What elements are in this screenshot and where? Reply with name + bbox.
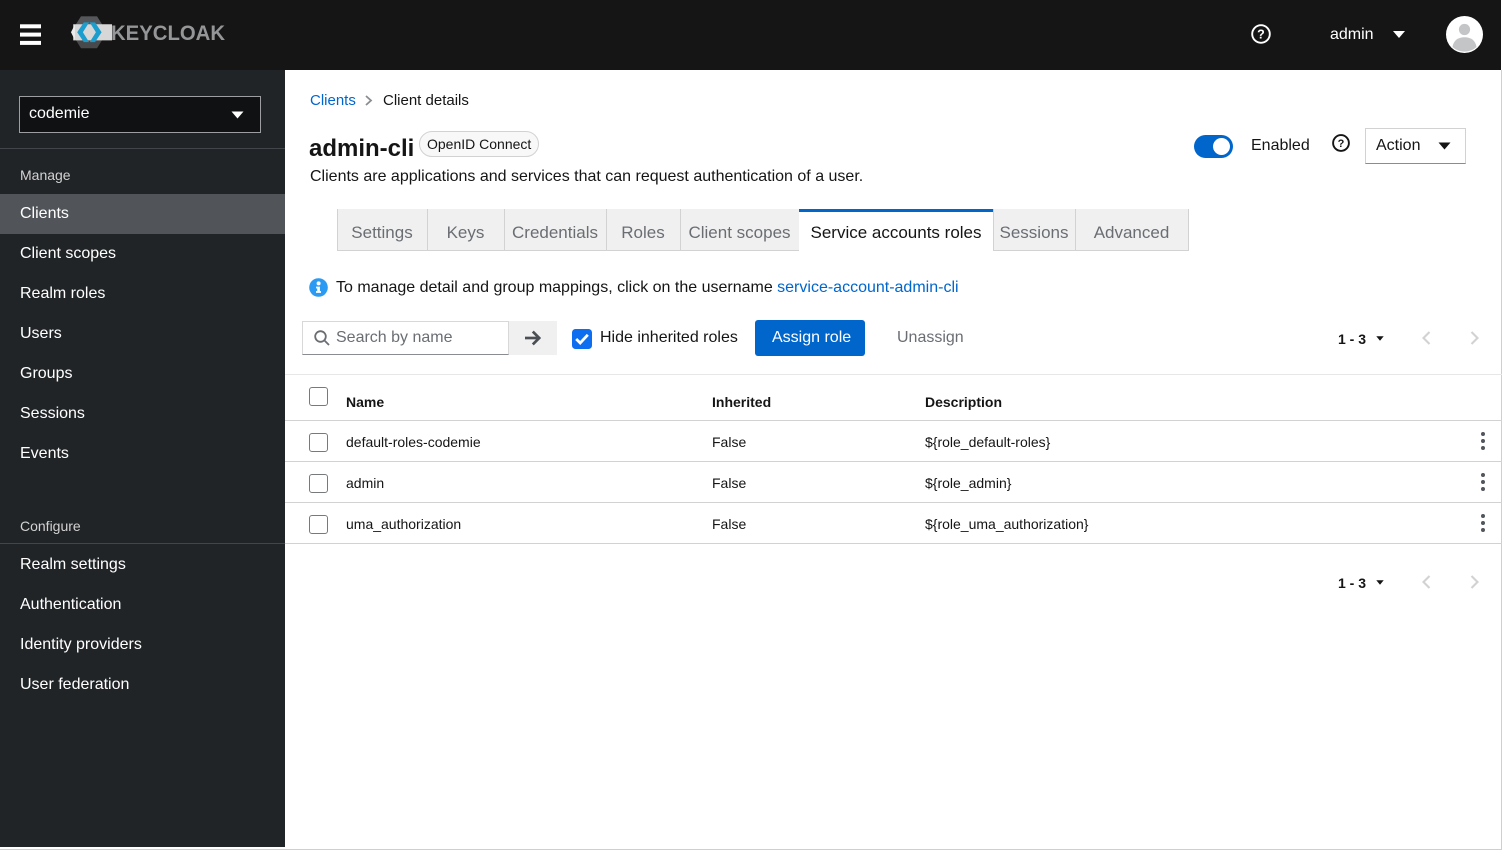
svg-text:?: ? — [1257, 27, 1265, 41]
svg-text:KEYCLOAK: KEYCLOAK — [111, 22, 225, 45]
svg-text:?: ? — [1338, 138, 1345, 150]
